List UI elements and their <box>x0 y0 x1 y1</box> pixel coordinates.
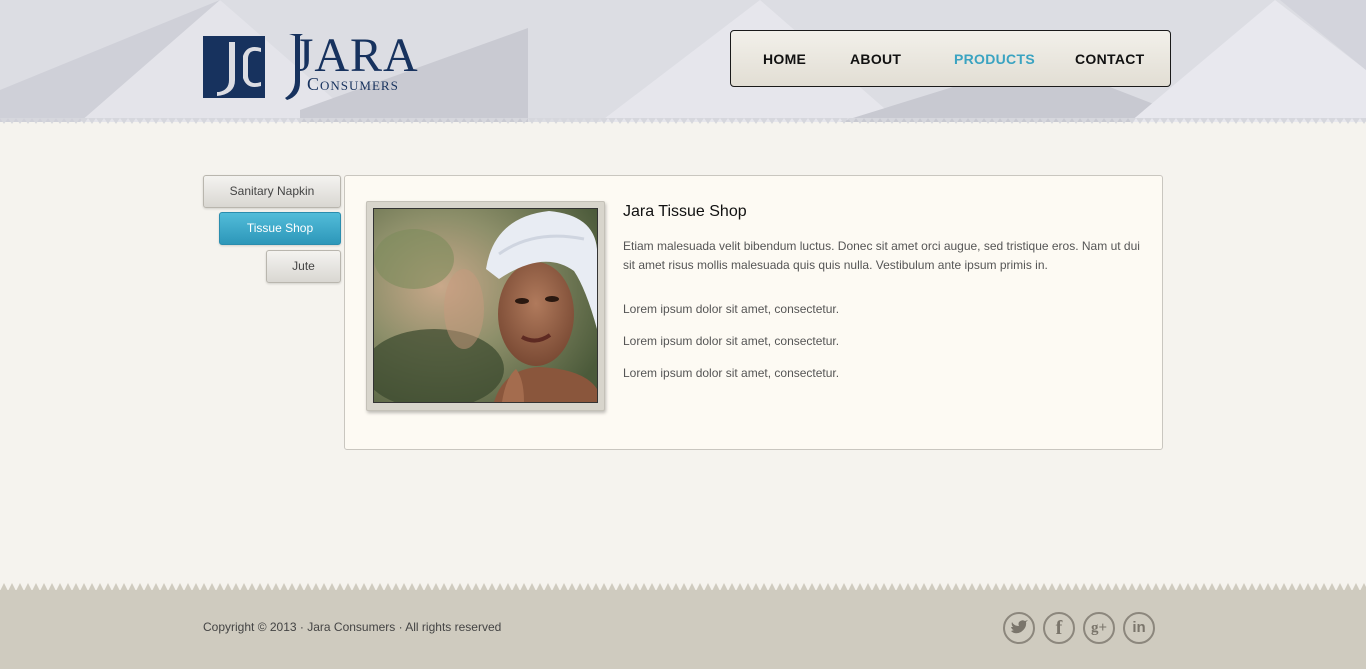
main-nav: HOME ABOUT PRODUCTS CONTACT <box>730 30 1171 87</box>
product-photo-frame <box>366 201 605 411</box>
list-item: Lorem ipsum dolor sit amet, consectetur. <box>623 366 840 380</box>
sidebar-item-tissue-shop[interactable]: Tissue Shop <box>219 212 341 245</box>
site-header: JJARA Consumers HOME ABOUT PRODUCTS CONT… <box>0 0 1366 122</box>
list-item: Lorem ipsum dolor sit amet, consectetur. <box>623 302 840 316</box>
nav-home[interactable]: HOME <box>763 51 806 67</box>
header-zigzag-edge <box>0 118 1366 128</box>
google-plus-icon[interactable]: g+ <box>1083 612 1115 644</box>
list-item: Lorem ipsum dolor sit amet, consectetur. <box>623 334 840 348</box>
sidebar-item-sanitary-napkin[interactable]: Sanitary Napkin <box>203 175 341 208</box>
linkedin-icon[interactable]: in <box>1123 612 1155 644</box>
twitter-bird-icon <box>1011 620 1028 634</box>
intro-paragraph: Etiam malesuada velit bibendum luctus. D… <box>623 239 1140 272</box>
twitter-icon[interactable] <box>1003 612 1035 644</box>
nav-products[interactable]: PRODUCTS <box>954 51 1035 67</box>
product-photo <box>373 208 598 403</box>
facebook-icon[interactable]: f <box>1043 612 1075 644</box>
page-title: Jara Tissue Shop <box>623 203 747 220</box>
copyright-text: Copyright © 2013 · Jara Consumers · All … <box>203 620 502 634</box>
brand-subtitle: Consumers <box>307 74 399 94</box>
woman-in-towel-image <box>374 209 597 402</box>
jc-logo-mark-icon <box>203 36 265 98</box>
nav-contact[interactable]: CONTACT <box>1075 51 1145 67</box>
sidebar-item-jute[interactable]: Jute <box>266 250 341 283</box>
content-panel: Jara Tissue Shop Etiam malesuada velit b… <box>344 175 1163 450</box>
site-logo[interactable]: JJARA Consumers <box>203 30 423 104</box>
site-footer: Copyright © 2013 · Jara Consumers · All … <box>0 590 1366 669</box>
nav-about[interactable]: ABOUT <box>850 51 901 67</box>
